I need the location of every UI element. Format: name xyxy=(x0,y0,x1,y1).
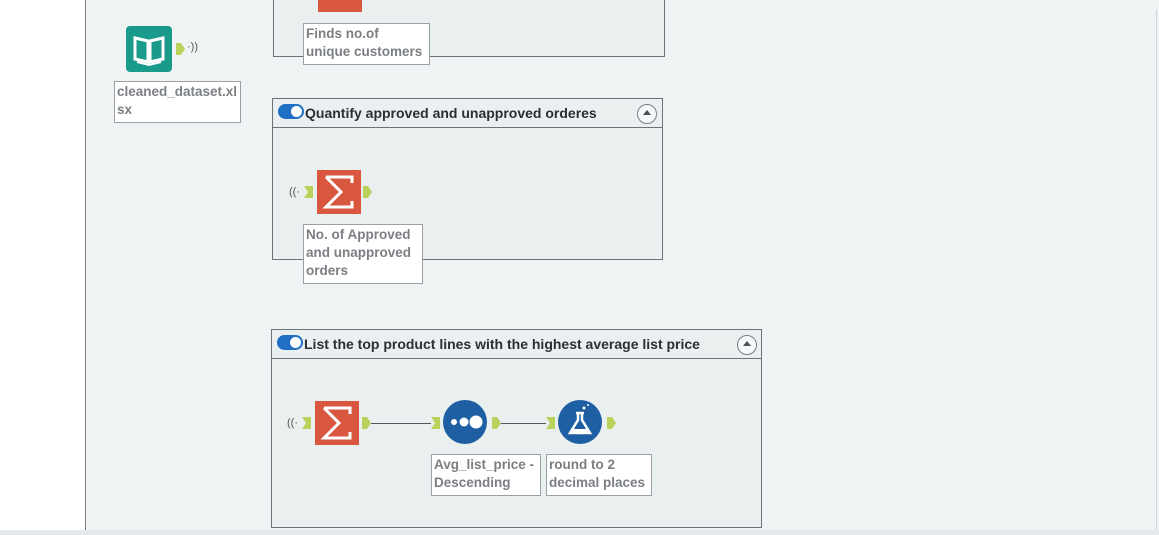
approved-label-line1: No. of Approved xyxy=(306,227,411,242)
approved-label-line2: and unapproved xyxy=(306,245,412,260)
input-label-line2: sx xyxy=(117,102,133,117)
horizontal-scrollbar[interactable] xyxy=(0,530,1159,535)
container-header: Quantify approved and unapproved orderes xyxy=(273,99,662,128)
formula-label-line1: round to 2 xyxy=(549,457,615,472)
summarize-tool[interactable] xyxy=(315,401,359,445)
summarize-tool-partial[interactable] xyxy=(318,0,362,12)
sort-label-line1: Avg_list_price - xyxy=(434,457,535,472)
toggle-switch-icon[interactable] xyxy=(278,104,304,119)
approved-orders-label: No. of Approved and unapproved orders xyxy=(303,224,423,284)
formula-tool[interactable] xyxy=(558,400,602,444)
container-title: Quantify approved and unapproved orderes xyxy=(305,105,597,121)
wireless-input-icon: ((· xyxy=(287,417,298,429)
summarize-tool[interactable] xyxy=(317,170,361,214)
sigma-icon xyxy=(320,406,352,440)
input-data-tool[interactable] xyxy=(126,26,172,72)
input-label-line1: cleaned_dataset.xl xyxy=(117,84,238,99)
book-icon xyxy=(133,36,165,67)
flask-icon xyxy=(567,404,593,435)
sort-tool-label: Avg_list_price - Descending xyxy=(431,454,541,496)
unique-customers-label: Finds no.of unique customers xyxy=(303,23,430,65)
connector-line[interactable] xyxy=(371,423,431,424)
toggle-switch-icon[interactable] xyxy=(277,335,303,350)
sort-label-line2: Descending xyxy=(434,475,511,490)
sort-tool[interactable] xyxy=(443,400,487,444)
canvas-right-border xyxy=(1156,10,1157,530)
unique-label-line2: unique customers xyxy=(306,44,423,59)
chevron-up-icon[interactable] xyxy=(737,335,757,355)
approved-label-line3: orders xyxy=(306,263,349,278)
unique-label-line1: Finds no.of xyxy=(306,26,379,41)
container-header: List the top product lines with the high… xyxy=(272,330,761,359)
input-tool-label: cleaned_dataset.xl sx xyxy=(114,81,241,123)
chevron-up-icon[interactable] xyxy=(637,104,657,124)
sigma-icon xyxy=(322,175,354,209)
container-title: List the top product lines with the high… xyxy=(304,336,700,352)
connector-line[interactable] xyxy=(501,423,546,424)
wireless-output-icon: ·)) xyxy=(187,41,198,53)
formula-tool-label: round to 2 decimal places xyxy=(546,454,652,496)
wireless-input-icon: ((· xyxy=(289,186,300,198)
sort-dots-icon xyxy=(451,415,483,429)
formula-label-line2: decimal places xyxy=(549,475,646,490)
